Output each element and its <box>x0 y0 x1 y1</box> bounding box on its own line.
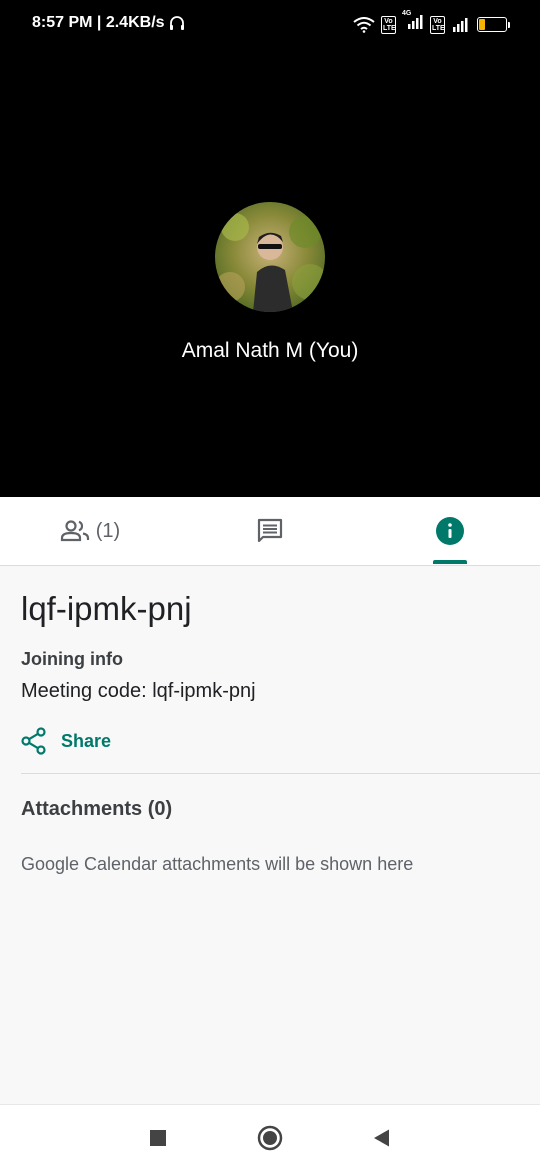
status-left: 8:57 PM | 2.4KB/s <box>32 14 185 32</box>
network-type-label: 4G <box>402 10 412 17</box>
battery-level: 23 <box>486 18 498 29</box>
status-bar: 8:57 PM | 2.4KB/s Vo LTE 4G Vo LTE 23 <box>0 0 540 50</box>
volte-badge-1: Vo LTE <box>381 15 396 34</box>
tab-bar: (1) <box>0 497 540 566</box>
home-button[interactable] <box>257 1125 283 1151</box>
avatar-photo <box>215 202 325 312</box>
attachments-title: Attachments (0) <box>21 798 173 820</box>
participant-name: Amal Nath M (You) <box>181 339 359 362</box>
chat-icon <box>257 518 283 543</box>
share-icon <box>21 727 46 755</box>
tab-info[interactable] <box>360 497 540 565</box>
share-button[interactable]: Share <box>21 727 111 755</box>
info-icon <box>436 517 464 545</box>
triangle-back-icon <box>374 1129 389 1147</box>
headset-icon <box>169 16 184 30</box>
signal-1: 4G <box>402 10 424 35</box>
battery-icon: 23 <box>477 17 510 32</box>
status-time-speed: 8:57 PM | 2.4KB/s <box>32 14 165 31</box>
people-count: (1) <box>95 519 121 542</box>
divider <box>21 773 540 774</box>
participant-avatar <box>215 202 325 312</box>
circle-home-icon <box>257 1125 283 1151</box>
tab-people[interactable]: (1) <box>0 497 180 565</box>
system-nav-bar <box>0 1104 540 1170</box>
meeting-info-panel: lqf-ipmk-pnj Joining info Meeting code: … <box>0 566 540 1104</box>
meeting-title: lqf-ipmk-pnj <box>21 590 192 627</box>
status-right: Vo LTE 4G Vo LTE 23 <box>353 10 510 35</box>
back-button[interactable] <box>368 1125 394 1151</box>
meeting-code: Meeting code: lqf-ipmk-pnj <box>21 680 256 702</box>
signal-strength-icon-2 <box>453 17 468 32</box>
recents-button[interactable] <box>145 1125 171 1151</box>
square-recents-icon <box>150 1130 166 1146</box>
joining-info-label: Joining info <box>21 649 123 669</box>
wifi-icon <box>353 16 375 33</box>
video-area[interactable]: Amal Nath M (You) <box>0 50 540 497</box>
people-icon <box>60 520 89 542</box>
share-label: Share <box>61 730 112 751</box>
active-tab-indicator <box>433 560 467 564</box>
tab-chat[interactable] <box>180 497 360 565</box>
attachments-hint: Google Calendar attachments will be show… <box>21 854 414 874</box>
volte-badge-2: Vo LTE <box>430 15 445 34</box>
